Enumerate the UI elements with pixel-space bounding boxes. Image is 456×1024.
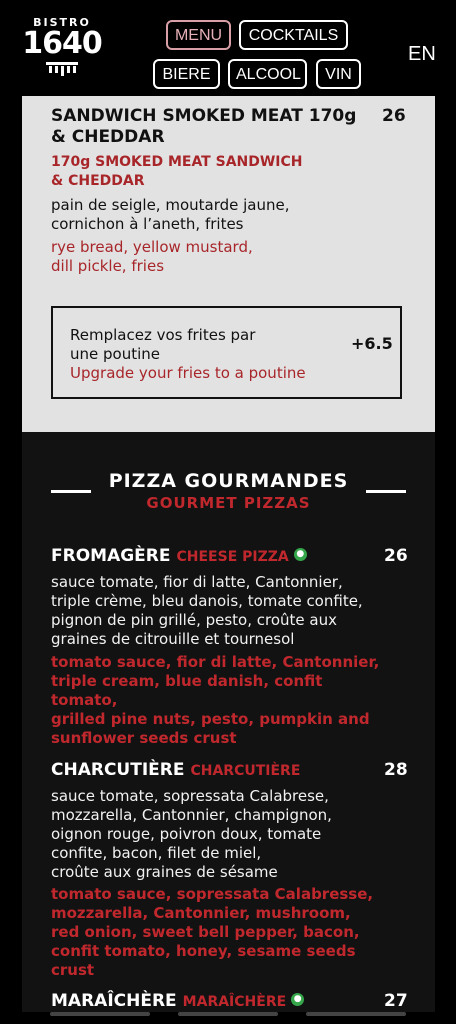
- desc-line: confit tomato, honey, sesame seeds crust: [51, 942, 356, 979]
- desc-line: confite, bacon, filet de miel,: [51, 844, 262, 862]
- item-subtitle-en: 170g SMOKED MEAT SANDWICH & CHEDDAR: [51, 153, 303, 191]
- pizza-description-fr: sauce tomate, fior di latte, Cantonnier,…: [51, 573, 386, 649]
- item-title-line: SANDWICH SMOKED MEAT 170g: [51, 106, 357, 126]
- desc-line: triple cream, blue danish, confit tomato…: [51, 672, 323, 709]
- desc-line: sauce tomate, fior di latte, Cantonnier,: [51, 573, 343, 591]
- item-description-fr: pain de seigle, moutarde jaune, cornicho…: [51, 196, 290, 234]
- item-description-en: rye bread, yellow mustard, dill pickle, …: [51, 238, 253, 276]
- pizza-name: FROMAGÈRE: [51, 546, 171, 566]
- desc-line: croûte aux graines de sésame: [51, 863, 278, 881]
- desc-line: pignon de pin grillé, pesto, croûte aux: [51, 611, 337, 629]
- item-title: SANDWICH SMOKED MEAT 170g & CHEDDAR: [51, 106, 356, 148]
- desc-line: cornichon à l’aneth, frites: [51, 215, 244, 233]
- pizza-price: 28: [384, 760, 408, 780]
- item-subtitle-line: & CHEDDAR: [51, 173, 145, 189]
- section-subtitle: GOURMET PIZZAS: [146, 494, 311, 512]
- poutine-upgrade-option[interactable]: Remplacez vos frites par une poutine Upg…: [51, 306, 402, 399]
- desc-line: triple crème, bleu danois, tomate confit…: [51, 592, 363, 610]
- top-navigation-header: BISTRO 1640 MENU COCKTAILS BIERE ALCOOL …: [0, 0, 456, 96]
- pizza-section: PIZZA GOURMANDES GOURMET PIZZAS FROMAGÈR…: [22, 432, 435, 1012]
- upgrade-text-fr: Remplacez vos frites par une poutine: [70, 326, 255, 364]
- desc-line: grilled pine nuts, pesto, pumpkin and: [51, 710, 370, 728]
- pizza-name: CHARCUTIÈRE: [51, 760, 185, 780]
- pizza-name-en: CHARCUTIÈRE: [190, 763, 301, 779]
- upgrade-price: +6.5: [351, 334, 393, 353]
- pizza-title: CHARCUTIÈRE CHARCUTIÈRE: [51, 760, 300, 780]
- item-title-line: & CHEDDAR: [51, 127, 165, 147]
- pizza-name-en: CHEESE PIZZA: [176, 549, 289, 565]
- logo-building-icon: [46, 62, 78, 76]
- pizza-title: MARAÎCHÈRE MARAÎCHÈRE ●: [51, 991, 305, 1011]
- upgrade-line: Remplacez vos frites par: [70, 326, 256, 344]
- desc-line: mozzarella, Cantonnier, champignon,: [51, 806, 332, 824]
- desc-line: rye bread, yellow mustard,: [51, 238, 253, 256]
- desc-line: tomato sauce, sopressata Calabresse,: [51, 885, 374, 903]
- pizza-price: 26: [384, 546, 408, 566]
- scroll-indicator: [50, 1012, 150, 1016]
- section-title: PIZZA GOURMANDES: [108, 470, 349, 492]
- desc-line: red onion, sweet bell pepper, bacon,: [51, 923, 360, 941]
- nav-vin-button[interactable]: VIN: [316, 59, 361, 89]
- desc-line: dill pickle, fries: [51, 257, 165, 275]
- upgrade-line: une poutine: [70, 345, 160, 363]
- nav-biere-button[interactable]: BIERE: [153, 59, 220, 89]
- language-toggle[interactable]: EN: [408, 43, 436, 66]
- scroll-indicator: [306, 1012, 406, 1016]
- scroll-indicator: [178, 1012, 278, 1016]
- item-subtitle-line: 170g SMOKED MEAT SANDWICH: [51, 154, 303, 170]
- bistro-logo[interactable]: BISTRO 1640: [16, 16, 108, 90]
- desc-line: graines de citrouille et tournesol: [51, 630, 295, 648]
- vegetarian-icon: ●: [293, 547, 307, 561]
- logo-big-text: 1640: [22, 26, 103, 61]
- nav-cocktails-button[interactable]: COCKTAILS: [239, 20, 348, 50]
- sandwich-menu-item: SANDWICH SMOKED MEAT 170g & CHEDDAR 26 1…: [22, 96, 435, 432]
- pizza-name: MARAÎCHÈRE: [51, 991, 177, 1011]
- upgrade-text-en: Upgrade your fries to a poutine: [70, 364, 306, 382]
- desc-line: pain de seigle, moutarde jaune,: [51, 196, 290, 214]
- desc-line: sunflower seeds crust: [51, 729, 237, 747]
- pizza-description-fr: sauce tomate, sopressata Calabrese, mozz…: [51, 787, 386, 882]
- pizza-description-en: tomato sauce, sopressata Calabresse, moz…: [51, 885, 386, 980]
- item-price: 26: [382, 106, 406, 126]
- nav-menu-button[interactable]: MENU: [166, 20, 231, 50]
- pizza-title: FROMAGÈRE CHEESE PIZZA ●: [51, 546, 307, 566]
- desc-line: sauce tomate, sopressata Calabrese,: [51, 787, 329, 805]
- vegetarian-icon: ●: [291, 992, 305, 1006]
- pizza-price: 27: [384, 991, 408, 1011]
- pizza-description-en: tomato sauce, fior di latte, Cantonnier,…: [51, 653, 386, 748]
- pizza-name-en: MARAÎCHÈRE: [182, 994, 287, 1010]
- desc-line: mozzarella, Cantonnier, mushroom,: [51, 904, 351, 922]
- nav-alcool-button[interactable]: ALCOOL: [228, 59, 307, 89]
- desc-line: oignon rouge, poivron doux, tomate: [51, 825, 322, 843]
- desc-line: tomato sauce, fior di latte, Cantonnier,: [51, 653, 380, 671]
